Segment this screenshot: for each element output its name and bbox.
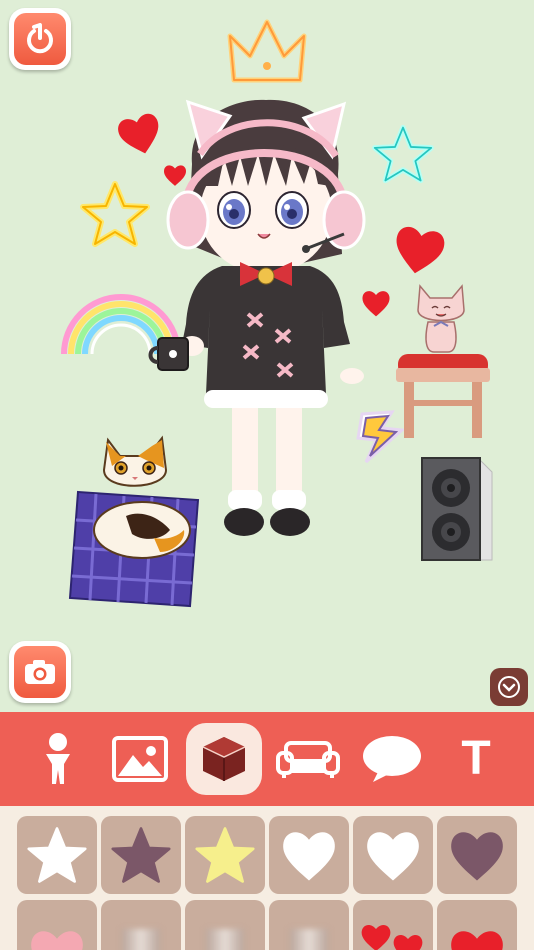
pink-cat-sticker[interactable] xyxy=(412,280,470,356)
palette-item[interactable] xyxy=(185,900,265,950)
crown-sticker[interactable] xyxy=(226,18,308,90)
red-heart-icon xyxy=(451,931,503,950)
scene-canvas[interactable] xyxy=(0,0,534,712)
chibi-character[interactable] xyxy=(148,94,384,550)
speech-bubble-icon xyxy=(363,736,421,782)
box-icon xyxy=(202,737,246,781)
text-icon: T xyxy=(461,732,491,785)
palette-item[interactable] xyxy=(269,816,349,894)
chevron-down-icon xyxy=(498,676,520,698)
yellow-star-icon xyxy=(195,827,255,883)
stool-sticker[interactable] xyxy=(392,350,494,442)
purple-heart-icon xyxy=(451,832,503,881)
category-toolbar: T xyxy=(0,712,534,806)
palette-item[interactable] xyxy=(17,900,97,950)
palette-item[interactable] xyxy=(353,816,433,894)
pink-heart-icon xyxy=(31,931,83,950)
palette-item[interactable] xyxy=(353,900,433,950)
palette-item[interactable] xyxy=(437,816,517,894)
white-heart-icon xyxy=(283,832,335,881)
camera-button[interactable] xyxy=(9,641,71,703)
palette-item[interactable] xyxy=(185,816,265,894)
palette-item[interactable] xyxy=(101,900,181,950)
purple-star-icon xyxy=(111,827,171,883)
red-hearts-icon xyxy=(361,925,423,950)
tab-furniture[interactable] xyxy=(276,727,340,791)
blurred-item-icon xyxy=(290,929,328,950)
palette-item[interactable] xyxy=(269,900,349,950)
tab-background[interactable] xyxy=(108,727,172,791)
camera-icon xyxy=(25,660,55,684)
collapse-panel-button[interactable] xyxy=(490,668,528,706)
yellow-star-sticker[interactable] xyxy=(80,180,150,248)
heart-sticker[interactable] xyxy=(388,224,450,276)
blurred-item-icon xyxy=(122,929,160,950)
palette-item[interactable] xyxy=(437,900,517,950)
reset-icon xyxy=(27,23,53,54)
reset-button[interactable] xyxy=(9,8,71,70)
sofa-icon xyxy=(276,741,340,778)
blurred-item-icon xyxy=(206,929,244,950)
palette-item[interactable] xyxy=(17,816,97,894)
speaker-sticker[interactable] xyxy=(420,454,494,564)
tab-items[interactable] xyxy=(186,723,262,795)
tab-character[interactable] xyxy=(26,727,90,791)
image-icon xyxy=(112,736,168,782)
item-palette xyxy=(0,806,534,950)
tab-text[interactable]: T xyxy=(444,727,508,791)
white-star-icon xyxy=(27,827,87,883)
tab-speech-bubble[interactable] xyxy=(360,727,424,791)
white-heart-icon xyxy=(367,832,419,881)
palette-item[interactable] xyxy=(101,816,181,894)
person-icon xyxy=(46,733,70,784)
